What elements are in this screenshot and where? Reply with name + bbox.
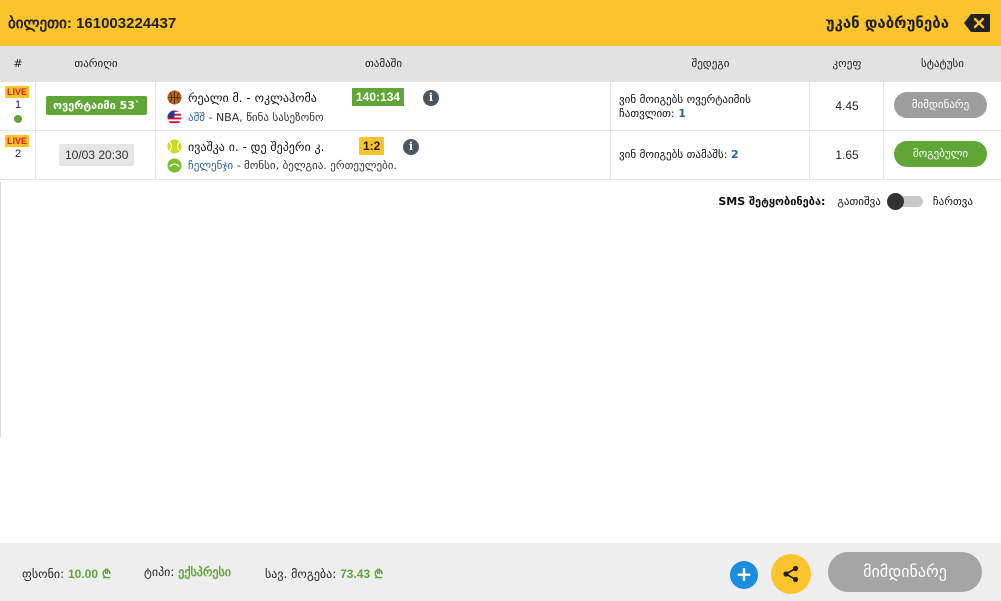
column-game: თამაში	[364, 57, 403, 70]
type-value: ექსპრესი	[178, 565, 231, 579]
outcome-text: ვინ მოიგებს ოვერტაიმის ჩათვლით: 1	[619, 93, 799, 121]
sms-toggle[interactable]	[886, 193, 925, 210]
lari-icon: ₾	[101, 567, 112, 581]
odds-value: 4.45	[835, 99, 859, 113]
column-date: თარიღი	[74, 57, 118, 70]
row-outcome-cell: ვინ მოიგებს თამაშს: 2	[611, 131, 810, 179]
column-outcome: შედეგი	[691, 57, 730, 70]
sms-label: SMS შეტყობინება:	[718, 194, 826, 208]
row-num-cell: LIVE 1	[0, 82, 36, 130]
possible-win-label: სავ. მოგება:	[265, 567, 337, 581]
league-name: - NBA, წინა სასეზონო	[204, 111, 324, 124]
country-name: ჩელენჯი	[188, 159, 234, 172]
header-bar: ბილეთი: 161003224437 უკან დაბრუნება	[0, 0, 1001, 46]
row-index: 1	[14, 99, 22, 111]
match-score: 140:134	[352, 88, 405, 106]
ticket-details-page: ბილეთი: 161003224437 უკან დაბრუნება # თა…	[0, 0, 1001, 601]
tennis-ball-icon	[167, 139, 182, 154]
footer-bar: ფსონი: 10.00 ₾ ტიპი: ექსპრესი სავ. მოგებ…	[0, 543, 1001, 601]
league-info: აშშ - NBA, წინა სასეზონო	[188, 111, 324, 124]
back-button[interactable]: უკან დაბრუნება	[826, 13, 991, 33]
column-num: #	[13, 57, 23, 70]
league-name: - მონსი, ბელგია. ერთეულები.	[233, 159, 397, 172]
column-odds: კოეფ	[832, 57, 862, 70]
status-badge[interactable]: მოგებული	[894, 141, 987, 167]
match-teams[interactable]: ივაშკა ი. - დე შეპერი კ.	[188, 140, 324, 154]
row-date-cell: 10/03 20:30	[36, 131, 156, 179]
outcome-pick: 1	[678, 107, 686, 120]
table-row: LIVE 1 ოვერტაიმი 53` რეალი მ. - ოკლაჰომა…	[0, 82, 1001, 131]
backspace-icon[interactable]	[963, 13, 991, 33]
row-index: 2	[14, 148, 22, 160]
live-badge: LIVE	[5, 135, 30, 147]
match-score: 1:2	[359, 137, 385, 155]
row-date-cell: ოვერტაიმი 53`	[36, 82, 156, 130]
back-button-label: უკან დაბრუნება	[825, 14, 949, 32]
match-teams[interactable]: რეალი მ. - ოკლაჰომა	[188, 91, 317, 105]
challenger-icon	[167, 158, 182, 173]
stake-info: ფსონი: 10.00 ₾	[22, 565, 111, 582]
share-icon	[783, 565, 799, 583]
row-odds-cell: 4.45	[810, 82, 884, 130]
match-datetime: 10/03 20:30	[59, 144, 135, 166]
left-edge-line	[0, 182, 1, 437]
share-button[interactable]	[771, 554, 811, 594]
info-icon[interactable]: i	[423, 90, 439, 106]
current-status-button[interactable]: მიმდინარე	[828, 552, 982, 592]
table-header: # თარიღი თამაში შედეგი კოეფ სტატუსი	[0, 46, 1001, 82]
period-label: ოვერტაიმი 53`	[46, 96, 148, 115]
sms-on-label: ჩართვა	[932, 194, 973, 208]
possible-win-value: 73.43	[340, 567, 371, 581]
country-name: აშშ	[188, 111, 205, 124]
outcome-text: ვინ მოიგებს თამაშს: 2	[619, 148, 804, 162]
lari-icon: ₾	[373, 567, 384, 581]
type-label: ტიპი:	[144, 565, 175, 579]
stake-value: 10.00	[67, 567, 98, 581]
status-badge[interactable]: მიმდინარე	[894, 92, 987, 118]
row-status-cell: მოგებული	[884, 131, 1001, 179]
info-icon[interactable]: i	[403, 139, 419, 155]
basketball-icon	[167, 90, 182, 105]
row-odds-cell: 1.65	[810, 131, 884, 179]
usa-flag-icon	[167, 110, 182, 125]
live-badge: LIVE	[5, 86, 30, 98]
league-info: ჩელენჯი - მონსი, ბელგია. ერთეულები.	[188, 159, 397, 172]
row-status-cell: მიმდინარე	[884, 82, 1001, 130]
plus-icon[interactable]: +	[730, 561, 758, 589]
row-game-cell: რეალი მ. - ოკლაჰომა 140:134 i აშშ - NBA,…	[156, 82, 611, 130]
table-row: LIVE 2 10/03 20:30 ივაშკა ი. - დე შეპერი…	[0, 131, 1001, 180]
toggle-knob[interactable]	[886, 193, 904, 210]
row-num-cell: LIVE 2	[0, 131, 36, 179]
sms-notification-setting: SMS შეტყობინება: გათიშვა ჩართვა	[718, 193, 973, 210]
outcome-label: ვინ მოიგებს თამაშს:	[619, 148, 728, 161]
row-outcome-cell: ვინ მოიგებს ოვერტაიმის ჩათვლით: 1	[611, 82, 810, 130]
live-indicator-dot	[14, 115, 22, 123]
row-game-cell: ივაშკა ი. - დე შეპერი კ. 1:2 i ჩელენჯი -…	[156, 131, 611, 179]
outcome-pick: 2	[730, 148, 739, 161]
ticket-number: ბილეთი: 161003224437	[8, 15, 177, 32]
odds-value: 1.65	[835, 148, 859, 162]
sms-off-label: გათიშვა	[837, 194, 881, 208]
stake-label: ფსონი:	[22, 567, 65, 581]
column-status: სტატუსი	[921, 57, 964, 70]
bet-type-info: ტიპი: ექსპრესი	[144, 565, 231, 579]
possible-win-info: სავ. მოგება: 73.43 ₾	[265, 565, 383, 582]
